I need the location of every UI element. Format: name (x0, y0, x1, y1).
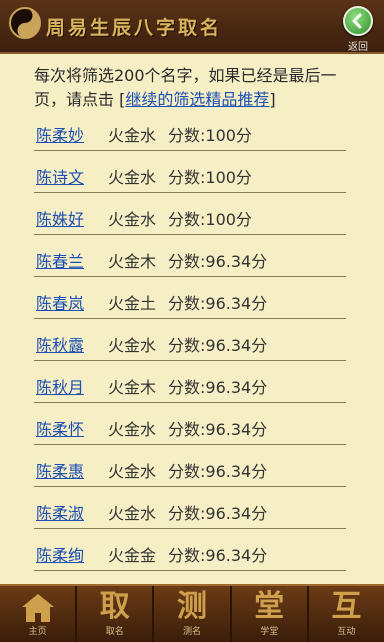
page-title: 周易生辰八字取名 (46, 17, 223, 39)
name-link[interactable]: 陈柔惠 (36, 458, 84, 482)
wuxing-text: 火金水 (108, 126, 157, 145)
back-arrow-icon (343, 6, 373, 36)
wuxing-text: 火金水 (108, 504, 157, 523)
score-text: 分数:96.34分 (168, 504, 268, 523)
nav-item-主页[interactable]: 主页 (0, 586, 75, 642)
intro-bracket: ] (269, 90, 276, 109)
app-header: 周易生辰八字取名 返回 (0, 0, 384, 54)
score-text: 分数:100分 (168, 126, 252, 145)
name-link[interactable]: 陈柔淑 (36, 500, 84, 524)
nav-glyph: 互 (331, 589, 362, 624)
score-text: 分数:96.34分 (168, 252, 268, 271)
wuxing-text: 火金水 (108, 210, 157, 229)
nav-label: 学堂 (260, 627, 279, 637)
recommend-link[interactable]: 继续的筛选精品推荐 (125, 90, 269, 109)
bottom-nav: 主页取取名测测名堂学堂互互动 (0, 584, 384, 642)
name-link[interactable]: 陈柔绚 (36, 542, 84, 566)
back-button[interactable]: 返回 (338, 6, 378, 53)
score-text: 分数:96.34分 (168, 378, 268, 397)
name-link[interactable]: 陈春兰 (36, 248, 84, 272)
nav-item-学堂[interactable]: 堂学堂 (232, 586, 307, 642)
name-link[interactable]: 陈诗文 (36, 164, 84, 188)
wuxing-text: 火金水 (108, 462, 157, 481)
table-row: 陈春岚 火金土 分数:96.34分 (34, 284, 346, 319)
nav-glyph: 取 (99, 589, 130, 624)
nav-item-测名[interactable]: 测测名 (154, 586, 229, 642)
table-row: 陈姝好 火金水 分数:100分 (34, 200, 346, 235)
home-icon (21, 594, 54, 622)
wuxing-text: 火金土 (108, 294, 157, 313)
name-link[interactable]: 陈春岚 (36, 290, 84, 314)
table-row: 陈秋露 火金水 分数:96.34分 (34, 326, 346, 361)
nav-label: 主页 (28, 627, 47, 637)
wuxing-text: 火金金 (108, 546, 157, 565)
wuxing-text: 火金木 (108, 252, 157, 271)
table-row: 陈柔怀 火金水 分数:96.34分 (34, 410, 346, 445)
table-row: 陈柔惠 火金水 分数:96.34分 (34, 452, 346, 487)
score-text: 分数:96.34分 (168, 294, 268, 313)
name-link[interactable]: 陈姝好 (36, 206, 84, 230)
back-label: 返回 (348, 42, 368, 53)
wuxing-text: 火金水 (108, 420, 157, 439)
table-row: 陈春兰 火金木 分数:96.34分 (34, 242, 346, 277)
score-text: 分数:96.34分 (168, 462, 268, 481)
score-text: 分数:96.34分 (168, 546, 268, 565)
nav-glyph: 堂 (254, 589, 285, 624)
name-link[interactable]: 陈秋月 (36, 374, 84, 398)
table-row: 陈柔绚 火金金 分数:96.34分 (34, 536, 346, 571)
score-text: 分数:96.34分 (168, 420, 268, 439)
name-link[interactable]: 陈秋露 (36, 332, 84, 356)
wuxing-text: 火金水 (108, 336, 157, 355)
wuxing-text: 火金水 (108, 168, 157, 187)
score-text: 分数:100分 (168, 168, 252, 187)
taiji-logo-icon (9, 7, 41, 39)
wuxing-text: 火金木 (108, 378, 157, 397)
table-row: 陈秋月 火金木 分数:96.34分 (34, 368, 346, 403)
nav-label: 测名 (183, 627, 202, 637)
name-link[interactable]: 陈柔怀 (36, 416, 84, 440)
table-row: 陈柔淑 火金水 分数:96.34分 (34, 494, 346, 529)
table-row: 陈诗文 火金水 分数:100分 (34, 158, 346, 193)
nav-item-取名[interactable]: 取取名 (77, 586, 152, 642)
intro-text: 每次将筛选200个名字，如果已经是最后一页，请点击 [继续的筛选精品推荐] (34, 64, 364, 112)
nav-label: 取名 (105, 627, 124, 637)
results-panel: 每次将筛选200个名字，如果已经是最后一页，请点击 [继续的筛选精品推荐] 陈柔… (0, 54, 384, 584)
nav-glyph: 测 (177, 589, 207, 624)
table-row: 陈柔妙 火金水 分数:100分 (34, 116, 346, 151)
nav-item-互动[interactable]: 互互动 (309, 586, 384, 642)
score-text: 分数:100分 (168, 210, 252, 229)
name-link[interactable]: 陈柔妙 (36, 122, 84, 146)
nav-label: 互动 (337, 627, 356, 637)
score-text: 分数:96.34分 (168, 336, 268, 355)
